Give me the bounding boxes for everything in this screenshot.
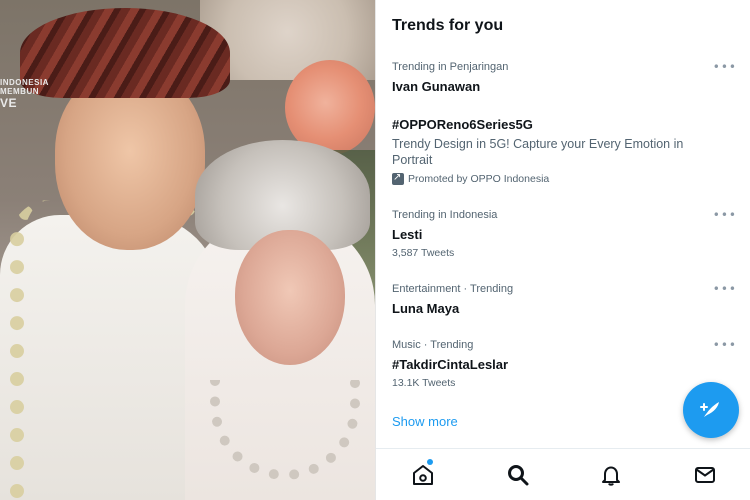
watermark-line-2: MEMBUN bbox=[0, 87, 39, 96]
trend-description: Trendy Design in 5G! Capture your Every … bbox=[392, 137, 684, 167]
trend-tweet-count: 13.1K Tweets bbox=[392, 377, 456, 389]
bottom-navigation bbox=[376, 448, 750, 500]
trend-name: Lesti bbox=[392, 227, 423, 242]
promoted-label: Promoted by OPPO Indonesia bbox=[392, 171, 737, 186]
notification-dot bbox=[427, 459, 433, 465]
promoted-icon bbox=[392, 171, 404, 185]
watermark-line-1: INDONESIA bbox=[0, 78, 49, 87]
show-more-link[interactable]: Show more bbox=[392, 414, 458, 429]
trend-item[interactable]: Trending in Penjaringan Ivan Gunawan ••• bbox=[392, 60, 737, 95]
groom-headdress bbox=[20, 8, 230, 98]
search-icon bbox=[508, 465, 529, 486]
trend-meta: Entertainment · Trending bbox=[392, 283, 514, 295]
trend-meta: Trending in Indonesia bbox=[392, 209, 498, 221]
ellipsis-icon[interactable]: ••• bbox=[713, 60, 737, 74]
trend-item[interactable]: Music · Trending #TakdirCintaLeslar 13.1… bbox=[392, 338, 737, 390]
compose-tweet-button[interactable] bbox=[683, 382, 739, 438]
bride-face bbox=[235, 230, 345, 365]
trend-name: #OPPOReno6Series5G bbox=[392, 117, 533, 132]
ellipsis-icon[interactable]: ••• bbox=[713, 208, 737, 222]
promoted-text: Promoted by OPPO Indonesia bbox=[408, 173, 550, 185]
trend-tweet-count: 3,587 Tweets bbox=[392, 247, 455, 259]
trend-name: #TakdirCintaLeslar bbox=[392, 357, 509, 372]
trend-name: Ivan Gunawan bbox=[392, 79, 481, 94]
trend-meta: Trending in Penjaringan bbox=[392, 61, 509, 73]
trend-item[interactable]: Trending in Indonesia Lesti 3,587 Tweets… bbox=[392, 208, 737, 260]
panel-title: Trends for you bbox=[392, 17, 504, 34]
nav-messages[interactable] bbox=[691, 461, 719, 489]
nav-search[interactable] bbox=[504, 461, 532, 489]
nav-home[interactable] bbox=[409, 459, 437, 489]
watermark-line-3: VE bbox=[0, 96, 18, 110]
trend-meta: Music · Trending bbox=[392, 339, 474, 351]
ellipsis-icon[interactable]: ••• bbox=[713, 338, 737, 352]
nav-notifications[interactable] bbox=[597, 461, 625, 489]
home-icon bbox=[413, 465, 433, 485]
video-still: INDONESIA MEMBUN VE bbox=[0, 0, 375, 500]
trend-item[interactable]: Entertainment · Trending Luna Maya ••• bbox=[392, 282, 737, 317]
trend-name: Luna Maya bbox=[392, 301, 460, 316]
ellipsis-icon[interactable]: ••• bbox=[713, 282, 737, 296]
compose-tweet-icon bbox=[700, 402, 719, 417]
broadcast-watermark: INDONESIA MEMBUN VE bbox=[0, 78, 49, 110]
mail-icon bbox=[695, 467, 715, 483]
bell-icon bbox=[602, 466, 620, 486]
trends-panel: Trends for you Trending in Penjaringan I… bbox=[375, 0, 750, 500]
promoted-trend-item[interactable]: #OPPOReno6Series5G Trendy Design in 5G! … bbox=[392, 116, 737, 186]
